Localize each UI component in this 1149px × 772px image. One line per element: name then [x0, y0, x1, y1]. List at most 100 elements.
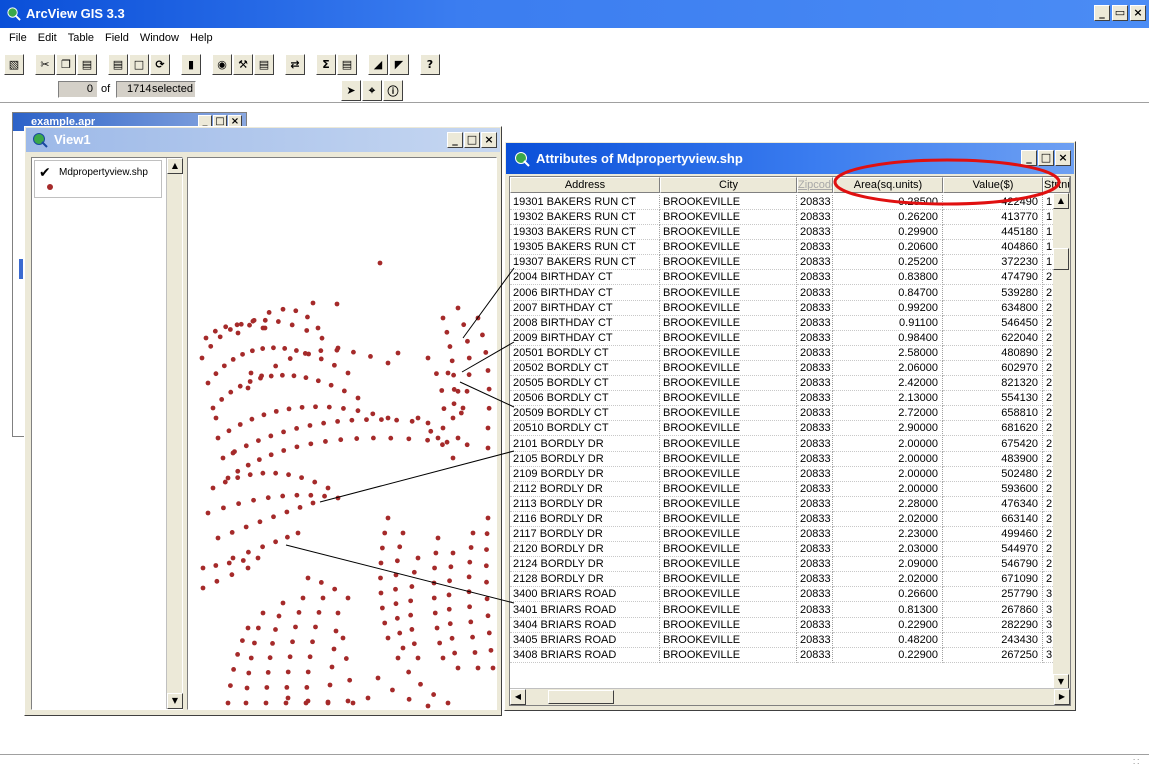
property-point[interactable]	[296, 609, 302, 615]
property-point[interactable]	[266, 310, 272, 315]
cell-zipcode[interactable]: 20833	[797, 572, 833, 588]
property-point[interactable]	[310, 500, 316, 506]
cell-zipcode[interactable]: 20833	[797, 602, 833, 618]
property-point[interactable]	[484, 596, 490, 602]
attribute-table-window[interactable]: Attributes of Mdpropertyview.shp _ □ × A…	[504, 141, 1076, 711]
property-point[interactable]	[310, 300, 316, 306]
table-row[interactable]: 2105 BORDLY DR BROOKEVILLE 20833 2.00000 483…	[510, 451, 1055, 467]
app-restore-button[interactable]: ▭	[1112, 5, 1128, 21]
cell-city[interactable]: BROOKEVILLE	[660, 632, 797, 648]
cell-address[interactable]: 3405 BRIARS ROAD	[510, 632, 660, 648]
property-point[interactable]	[483, 563, 489, 569]
property-point[interactable]	[247, 472, 253, 478]
pointer-tool[interactable]: ➤	[341, 80, 361, 101]
join-button[interactable]: ⇄	[285, 53, 305, 75]
view-minimize-button[interactable]: _	[447, 132, 463, 148]
property-point[interactable]	[480, 332, 485, 338]
cell-value[interactable]: 554130	[943, 391, 1043, 407]
sort-ascending-button[interactable]: ◢	[368, 53, 388, 75]
cell-zipcode[interactable]: 20833	[797, 315, 833, 331]
property-point[interactable]	[354, 436, 360, 441]
table-vertical-thumb[interactable]	[1053, 248, 1069, 270]
cell-area[interactable]: 2.00000	[833, 436, 943, 452]
property-point[interactable]	[226, 428, 232, 434]
property-point[interactable]	[408, 612, 414, 618]
property-point[interactable]	[338, 437, 344, 443]
property-point[interactable]	[316, 609, 322, 615]
property-point[interactable]	[488, 647, 494, 653]
property-point[interactable]	[425, 703, 431, 709]
property-point[interactable]	[377, 260, 383, 266]
property-point[interactable]	[203, 335, 209, 341]
property-point[interactable]	[251, 317, 257, 323]
map-display[interactable]	[187, 157, 497, 710]
property-point[interactable]	[213, 415, 219, 421]
property-point[interactable]	[322, 493, 327, 499]
property-point[interactable]	[486, 386, 492, 392]
property-point[interactable]	[326, 404, 332, 410]
property-point[interactable]	[406, 696, 412, 702]
property-point[interactable]	[485, 425, 491, 431]
property-point[interactable]	[472, 650, 478, 655]
property-point[interactable]	[467, 559, 473, 565]
property-point[interactable]	[425, 355, 431, 361]
app-close-button[interactable]: ×	[1130, 5, 1146, 21]
property-point[interactable]	[483, 350, 489, 355]
cell-area[interactable]: 0.20600	[833, 240, 943, 256]
property-point[interactable]	[243, 700, 249, 706]
property-point[interactable]	[205, 510, 211, 516]
property-point[interactable]	[445, 370, 451, 376]
property-point[interactable]	[411, 641, 417, 647]
property-point[interactable]	[303, 375, 309, 381]
view-window-title-bar[interactable]: View1 _ □ ×	[26, 128, 500, 152]
property-point[interactable]	[450, 550, 456, 556]
property-point[interactable]	[431, 580, 437, 586]
cell-address[interactable]: 2109 BORDLY DR	[510, 466, 660, 482]
table-row[interactable]: 19303 BAKERS RUN CT BROOKEVILLE 20833 0.299…	[510, 225, 1055, 241]
property-point[interactable]	[321, 420, 327, 426]
cell-area[interactable]: 2.00000	[833, 481, 943, 497]
cell-address[interactable]: 2105 BORDLY DR	[510, 451, 660, 467]
property-point[interactable]	[406, 436, 412, 442]
cell-value[interactable]: 658810	[943, 406, 1043, 422]
property-point[interactable]	[260, 610, 266, 616]
table-row[interactable]: 20502 BORDLY CT BROOKEVILLE 20833 2.06000 60…	[510, 361, 1055, 377]
table-row[interactable]: 2116 BORDLY DR BROOKEVILLE 20833 2.02000 663…	[510, 511, 1055, 527]
property-point[interactable]	[435, 535, 441, 541]
property-point[interactable]	[408, 598, 414, 604]
property-point[interactable]	[445, 700, 451, 706]
help-button[interactable]: ?	[420, 53, 440, 75]
property-point[interactable]	[255, 625, 261, 631]
property-point[interactable]	[261, 412, 267, 418]
property-point[interactable]	[439, 388, 445, 393]
property-point[interactable]	[455, 388, 461, 394]
cell-zipcode[interactable]: 20833	[797, 406, 833, 422]
cell-address[interactable]: 3408 BRIARS ROAD	[510, 647, 660, 663]
property-point[interactable]	[273, 363, 279, 369]
property-point[interactable]	[230, 450, 236, 456]
cell-area[interactable]: 2.28000	[833, 496, 943, 512]
cell-zipcode[interactable]: 20833	[797, 527, 833, 543]
property-point[interactable]	[325, 699, 331, 705]
property-point[interactable]	[434, 625, 440, 631]
cell-value[interactable]: 602970	[943, 361, 1043, 377]
property-point[interactable]	[335, 610, 341, 616]
cell-area[interactable]: 2.90000	[833, 421, 943, 437]
cell-address[interactable]: 20509 BORDLY CT	[510, 406, 660, 422]
property-point[interactable]	[256, 457, 262, 463]
summarize-button[interactable]: Σ	[316, 53, 336, 75]
menu-field[interactable]: Field	[100, 30, 135, 48]
property-point[interactable]	[286, 406, 292, 412]
property-point[interactable]	[284, 684, 290, 690]
property-point[interactable]	[484, 531, 490, 537]
property-point[interactable]	[243, 443, 249, 449]
property-point[interactable]	[271, 345, 276, 351]
property-point[interactable]	[237, 383, 243, 389]
property-point[interactable]	[379, 417, 384, 422]
query-builder-button[interactable]: ⚒	[233, 53, 253, 75]
property-point[interactable]	[305, 314, 310, 320]
property-point[interactable]	[235, 468, 241, 474]
property-point[interactable]	[255, 555, 261, 561]
cell-address[interactable]: 20501 BORDLY CT	[510, 345, 660, 361]
table-maximize-button[interactable]: □	[1038, 150, 1054, 166]
